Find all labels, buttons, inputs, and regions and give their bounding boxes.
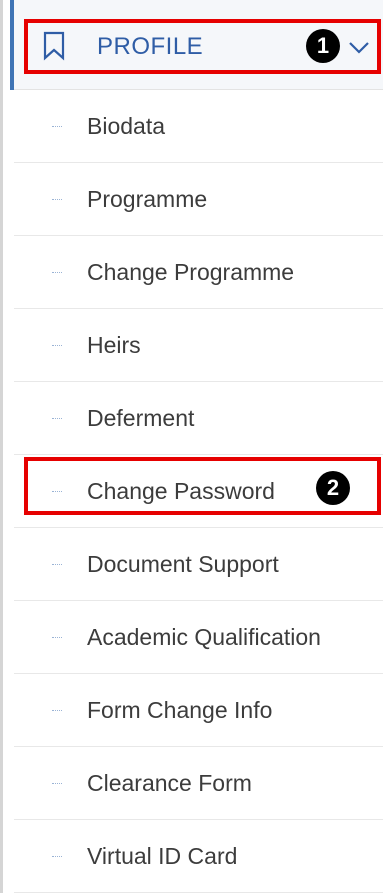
submenu-item-heirs[interactable]: Heirs — [14, 309, 383, 382]
tree-connector — [52, 564, 62, 565]
active-section-indicator — [10, 0, 14, 90]
tree-connector — [52, 126, 62, 127]
tree-connector — [52, 272, 62, 273]
submenu-item-label: Change Password — [87, 478, 275, 504]
submenu-item-document-support[interactable]: Document Support — [14, 528, 383, 601]
tree-connector — [52, 345, 62, 346]
submenu-item-label: Change Programme — [87, 259, 295, 285]
step-marker-2: 2 — [316, 471, 350, 505]
submenu-item-label: Deferment — [87, 405, 195, 431]
submenu-item-virtual-id-card[interactable]: Virtual ID Card — [14, 820, 383, 893]
tree-connector — [52, 710, 62, 711]
step-marker-1: 1 — [306, 29, 340, 63]
tree-connector — [52, 418, 62, 419]
submenu-item-label: Programme — [87, 186, 208, 212]
bookmark-icon — [42, 31, 66, 61]
submenu-item-label: Heirs — [87, 332, 141, 358]
submenu-item-clearance-form[interactable]: Clearance Form — [14, 747, 383, 820]
submenu-item-label: Biodata — [87, 113, 166, 139]
submenu-item-form-change-info[interactable]: Form Change Info — [14, 674, 383, 747]
tree-connector — [52, 637, 62, 638]
submenu-item-deferment[interactable]: Deferment — [14, 382, 383, 455]
submenu-item-academic-qualification[interactable]: Academic Qualification — [14, 601, 383, 674]
submenu-item-label: Clearance Form — [87, 770, 252, 796]
submenu-item-label: Virtual ID Card — [87, 843, 238, 869]
chevron-down-icon[interactable] — [347, 38, 371, 56]
submenu-item-label: Document Support — [87, 551, 279, 577]
tree-connector — [52, 491, 62, 492]
submenu-item-label: Academic Qualification — [87, 624, 321, 650]
tree-connector — [52, 856, 62, 857]
submenu-item-biodata[interactable]: Biodata — [14, 90, 383, 163]
tree-connector — [52, 199, 62, 200]
sidebar-outer-border — [0, 0, 3, 893]
profile-menu-label[interactable]: PROFILE — [97, 30, 203, 64]
submenu-item-change-programme[interactable]: Change Programme — [14, 236, 383, 309]
tree-connector — [52, 783, 62, 784]
submenu-item-programme[interactable]: Programme — [14, 163, 383, 236]
submenu-item-label: Form Change Info — [87, 697, 273, 723]
